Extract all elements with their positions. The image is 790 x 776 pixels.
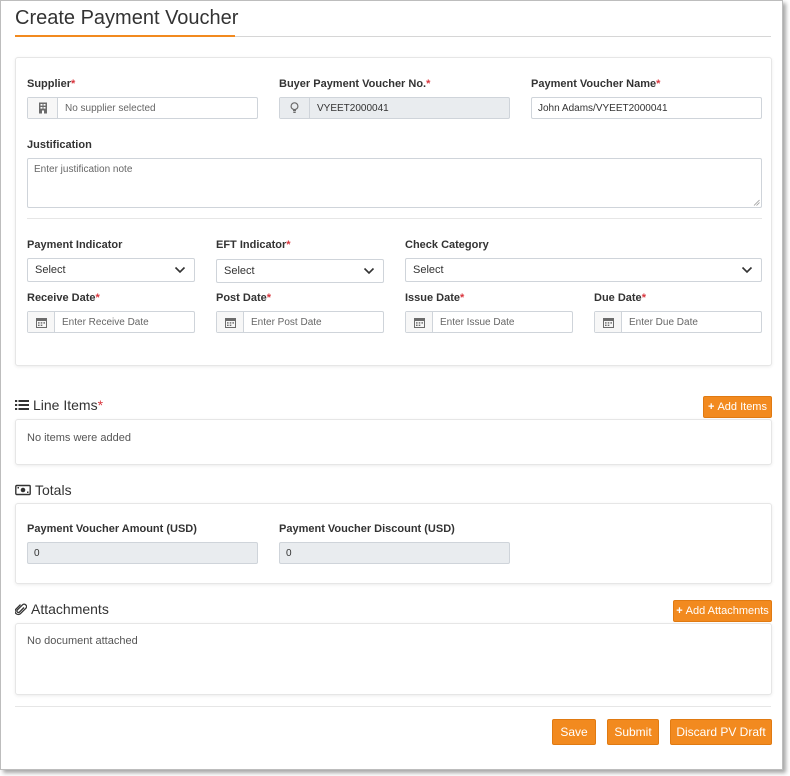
building-icon <box>28 98 58 118</box>
receive-date-field[interactable] <box>27 311 195 333</box>
supplier-label: Supplier* <box>27 78 76 90</box>
calendar-icon[interactable] <box>217 312 244 332</box>
issue-date-label: Issue Date* <box>405 292 465 304</box>
pv-name-field[interactable] <box>531 97 762 119</box>
add-attachments-button[interactable]: + Add Attachments <box>673 600 772 622</box>
due-date-input[interactable] <box>622 312 761 332</box>
pv-discount-label: Payment Voucher Discount (USD) <box>279 523 455 535</box>
issue-date-field[interactable] <box>405 311 573 333</box>
add-items-button[interactable]: + Add Items <box>703 396 772 418</box>
save-button[interactable]: Save <box>552 719 596 745</box>
pv-amount-label: Payment Voucher Amount (USD) <box>27 523 197 535</box>
buyer-pv-no-input <box>310 98 509 118</box>
attachments-empty-text: No document attached <box>27 635 138 647</box>
chevron-down-icon <box>363 267 375 275</box>
attachments-heading: Attachments <box>15 601 109 617</box>
submit-button[interactable]: Submit <box>607 719 659 745</box>
due-date-label: Due Date* <box>594 292 646 304</box>
totals-card: Payment Voucher Amount (USD) Payment Vou… <box>15 503 772 584</box>
post-date-input[interactable] <box>244 312 383 332</box>
details-divider <box>27 218 762 219</box>
pv-discount-field <box>279 542 510 564</box>
page-title: Create Payment Voucher <box>15 7 239 29</box>
voucher-details-card: Supplier* Buyer Payment Voucher No.* Pay… <box>15 57 772 366</box>
justification-input[interactable] <box>28 159 761 207</box>
resize-grip-icon[interactable] <box>753 199 760 206</box>
receive-date-input[interactable] <box>55 312 194 332</box>
check-category-label: Check Category <box>405 239 489 251</box>
due-date-field[interactable] <box>594 311 762 333</box>
payment-indicator-label: Payment Indicator <box>27 239 123 251</box>
pv-amount-field <box>27 542 258 564</box>
eft-indicator-select[interactable]: Select <box>216 259 384 283</box>
pv-discount-input <box>280 543 509 563</box>
chevron-down-icon <box>741 266 753 274</box>
chevron-down-icon <box>174 266 186 274</box>
payment-indicator-select[interactable]: Select <box>27 258 195 282</box>
calendar-icon[interactable] <box>595 312 622 332</box>
plus-icon: + <box>708 401 715 413</box>
pv-name-input[interactable] <box>532 98 761 118</box>
supplier-field[interactable] <box>27 97 258 119</box>
totals-heading: Totals <box>15 482 72 498</box>
line-items-card: No items were added <box>15 419 772 465</box>
post-date-field[interactable] <box>216 311 384 333</box>
receive-date-label: Receive Date* <box>27 292 100 304</box>
issue-date-input[interactable] <box>433 312 572 332</box>
line-items-heading: Line Items* <box>15 397 103 413</box>
line-items-empty-text: No items were added <box>27 432 131 444</box>
justification-label: Justification <box>27 139 92 151</box>
page-frame: Create Payment Voucher Supplier* Buyer P… <box>0 0 783 770</box>
eft-indicator-label: EFT Indicator* <box>216 239 291 251</box>
calendar-icon[interactable] <box>406 312 433 332</box>
title-accent-bar <box>15 35 235 37</box>
money-icon <box>15 484 31 496</box>
buyer-pv-no-label: Buyer Payment Voucher No.* <box>279 78 431 90</box>
buyer-pv-no-field <box>279 97 510 119</box>
pv-name-label: Payment Voucher Name* <box>531 78 661 90</box>
lightbulb-icon <box>280 98 310 118</box>
footer-divider <box>15 706 771 707</box>
attachments-card: No document attached <box>15 623 772 695</box>
supplier-input[interactable] <box>58 98 257 118</box>
discard-pv-draft-button[interactable]: Discard PV Draft <box>670 719 772 745</box>
eft-indicator-value: Select <box>224 265 255 277</box>
paperclip-icon <box>15 603 27 615</box>
pv-amount-input <box>28 543 257 563</box>
plus-icon: + <box>676 605 683 617</box>
check-category-value: Select <box>413 264 444 276</box>
payment-indicator-value: Select <box>35 264 66 276</box>
post-date-label: Post Date* <box>216 292 272 304</box>
list-icon <box>15 400 29 410</box>
check-category-select[interactable]: Select <box>405 258 762 282</box>
calendar-icon[interactable] <box>28 312 55 332</box>
justification-field[interactable] <box>27 158 762 208</box>
